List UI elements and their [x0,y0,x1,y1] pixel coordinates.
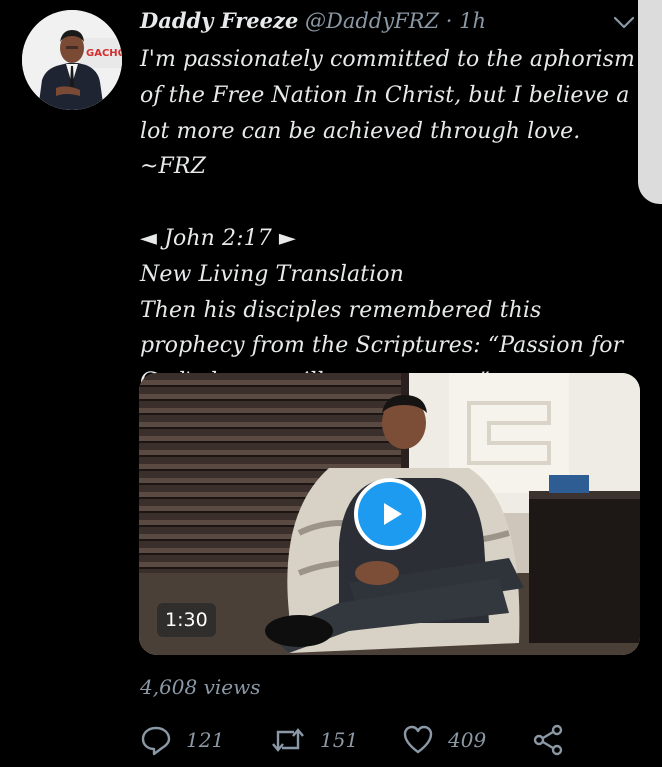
play-icon [384,503,402,525]
avatar-sign-text: GACHO [86,48,122,59]
user-handle[interactable]: @DaddyFRZ [305,9,439,33]
tweet-text: I'm passionately committed to the aphori… [140,47,635,394]
tweet-actions: 121 151 409 [140,722,580,758]
reply-count: 121 [186,728,225,752]
share-button[interactable] [532,722,564,758]
timestamp[interactable]: 1h [459,9,486,33]
retweet-icon [272,728,304,752]
display-name[interactable]: Daddy Freeze [140,8,298,33]
avatar[interactable]: GACHO [22,10,122,110]
like-count: 409 [448,728,487,752]
like-button[interactable]: 409 [402,722,486,758]
retweet-button[interactable]: 151 [270,722,358,758]
video-duration: 1:30 [157,603,216,637]
reply-button[interactable]: 121 [140,722,224,758]
separator: · [445,9,453,33]
retweet-count: 151 [320,728,359,752]
like-icon [403,725,433,754]
share-icon [533,724,563,756]
tweet-header: Daddy Freeze @DaddyFRZ · 1h [140,8,622,38]
view-count: 4,608 views [140,675,261,699]
reply-icon [141,726,171,756]
chevron-down-icon[interactable] [612,12,636,32]
play-button[interactable] [354,478,426,550]
